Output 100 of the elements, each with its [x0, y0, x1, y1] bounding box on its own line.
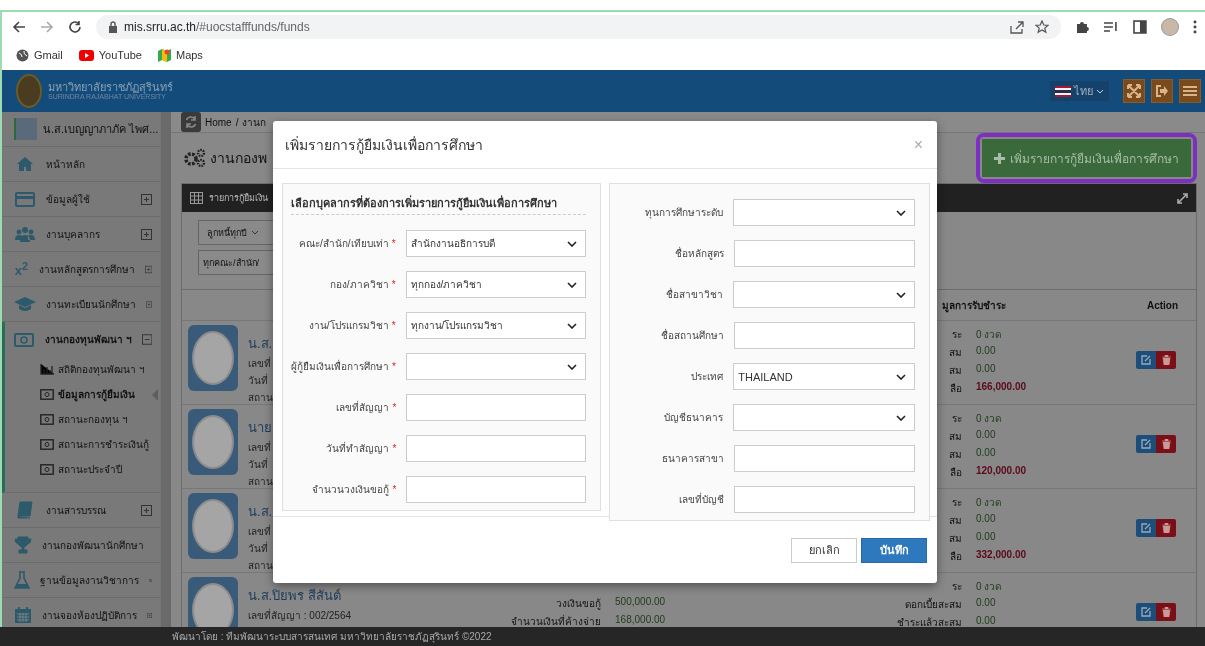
sidebar-subitem[interactable]: สถานะประจำปี	[5, 457, 160, 482]
input-field[interactable]	[734, 322, 915, 349]
field-value: 0.00	[976, 531, 997, 544]
field-label: สม	[949, 430, 962, 444]
field-label: ชำระแล้วสะสม	[897, 616, 962, 627]
edit-button[interactable]	[1136, 351, 1156, 369]
input-field[interactable]	[406, 435, 586, 462]
loan-detail: สถาน	[248, 475, 273, 489]
borrower-name[interactable]: น.ส.	[248, 333, 273, 354]
form-section-heading: เลือกบุคลากรที่ต้องการเพิ่มรายการกู้ยืมเงินเพื่อการศึกษา	[291, 194, 586, 215]
delete-button[interactable]	[1156, 435, 1176, 453]
field-value: 120,000.00	[976, 465, 1028, 478]
trash-icon	[1161, 439, 1171, 449]
sidebar-scrollbar[interactable]	[160, 112, 171, 627]
edit-button[interactable]	[1136, 435, 1156, 453]
expand-icon[interactable]	[141, 504, 152, 516]
field-label: ลือ	[949, 550, 962, 564]
sidebar-subitem[interactable]: สถานะกองทุน ฯ	[5, 407, 160, 432]
expand-icon[interactable]	[141, 193, 152, 205]
delete-button[interactable]	[1156, 351, 1176, 369]
star-icon[interactable]	[1035, 20, 1050, 34]
sidebar-item[interactable]: งานทะเบียนนักศึกษา	[2, 287, 160, 322]
side-panel-icon[interactable]	[1133, 20, 1148, 34]
select-field[interactable]	[733, 404, 915, 431]
field-label: ทุนการศึกษาระดับ	[645, 207, 724, 218]
logout-button[interactable]	[1151, 79, 1173, 103]
borrower-name[interactable]: นาย	[248, 417, 273, 438]
share-icon[interactable]	[1009, 20, 1026, 34]
field-label: ชื่อสาขาวิชา	[666, 289, 724, 300]
address-bar[interactable]: mis.srru.ac.th/#uocstafffunds/funds	[96, 15, 1062, 39]
input-field[interactable]	[406, 394, 586, 421]
field-value: 0.00	[976, 615, 997, 627]
fullscreen-button[interactable]	[1123, 79, 1145, 103]
sidebar-item[interactable]: งานบุคลากร	[2, 217, 160, 252]
input-field[interactable]	[406, 476, 586, 503]
select-field[interactable]: สำนักงานอธิการบดี	[405, 230, 586, 257]
chevron-icon	[567, 322, 577, 329]
field-label: สม	[949, 514, 962, 528]
loan-detail: เลขที่	[248, 440, 272, 455]
loan-detail: เลขที่	[248, 524, 272, 539]
filter-dropdown[interactable]: ลูกหนี้ทุกปี	[198, 220, 274, 245]
reload-icon[interactable]	[68, 20, 82, 34]
panel-title: รายการกู้ยืมเงิน	[209, 192, 268, 205]
field-label: สม	[949, 448, 962, 462]
input-field[interactable]	[734, 240, 915, 267]
field-label: เลขที่สัญญา	[336, 402, 390, 413]
bookmark-link[interactable]: Maps	[157, 48, 203, 62]
select-field[interactable]	[405, 353, 586, 380]
user-name: น.ส.เบญญาภาภัค ไพศ...	[43, 122, 159, 138]
collapse-icon[interactable]	[141, 334, 152, 345]
table-icon	[190, 192, 203, 204]
column-header: Action	[1146, 299, 1178, 311]
bookmark-link[interactable]: Gmail	[16, 48, 63, 62]
add-loan-button[interactable]: เพิ่มรายการกู้ยืมเงินเพื่อการศึกษา	[982, 139, 1191, 177]
sidebar-item[interactable]: ข้อมูลผู้ใช้	[2, 182, 160, 217]
trash-icon	[1161, 523, 1171, 533]
menu-button[interactable]	[1179, 79, 1201, 103]
field-label: ระ	[951, 580, 962, 594]
field-label: ผู้กู้ยืมเงินเพื่อการศึกษา	[291, 361, 389, 372]
home-icon	[16, 156, 34, 172]
field-label: สม	[949, 532, 962, 546]
breadcrumb-item: Home	[205, 116, 232, 128]
borrower-name[interactable]: น.ส.ปิยพร สีสันต์	[248, 585, 352, 606]
field-label: งาน/โปรแกรมวิชา	[308, 320, 389, 331]
graduation-cap-icon	[14, 296, 36, 312]
select-field[interactable]: THAILAND	[733, 363, 915, 390]
input-field[interactable]	[734, 445, 915, 472]
input-field[interactable]	[734, 486, 915, 513]
puzzle-icon[interactable]	[1075, 20, 1090, 34]
select-field[interactable]	[733, 281, 915, 308]
language-dropdown[interactable]: ไทย	[1050, 81, 1109, 101]
expand-icon[interactable]	[1177, 192, 1188, 204]
field-label: ระ	[951, 412, 962, 426]
select-field[interactable]: ทุกกอง/ภาควิชา	[405, 271, 586, 298]
expand-icon[interactable]	[141, 228, 152, 240]
delete-button[interactable]	[1156, 603, 1176, 621]
select-field[interactable]	[733, 199, 915, 226]
edit-button[interactable]	[1136, 603, 1156, 621]
delete-button[interactable]	[1156, 519, 1176, 537]
sidebar-subitem[interactable]: สถิติกองทุนพัฒนา ฯ	[5, 357, 160, 382]
calendar-icon	[14, 606, 32, 624]
close-button[interactable]: ×	[913, 135, 923, 154]
borrower-name[interactable]: น.ส.	[248, 501, 273, 522]
save-button[interactable]: บันทึก	[861, 537, 927, 563]
card-icon	[15, 191, 35, 207]
edit-button[interactable]	[1136, 519, 1156, 537]
bookmark-link[interactable]: YouTube	[78, 49, 142, 61]
cancel-button[interactable]: ยกเลิก	[791, 537, 857, 563]
breadcrumb-item: /	[235, 116, 239, 128]
forward-icon[interactable]	[40, 20, 54, 34]
field-label: กอง/ภาควิชา	[329, 279, 389, 290]
back-icon[interactable]	[12, 20, 26, 34]
playlist-icon[interactable]	[1103, 20, 1120, 34]
profile-avatar[interactable]	[1161, 18, 1180, 36]
banknote-icon	[40, 414, 54, 425]
more-icon[interactable]	[1193, 20, 1197, 34]
refresh-icon[interactable]	[181, 112, 201, 132]
sidebar-item[interactable]: งานสารบรรณ	[2, 493, 160, 528]
sidebar-subitem[interactable]: สถานะการชำระเงินกู้	[5, 432, 160, 457]
select-field[interactable]: ทุกงาน/โปรแกรมวิชา	[405, 312, 586, 339]
